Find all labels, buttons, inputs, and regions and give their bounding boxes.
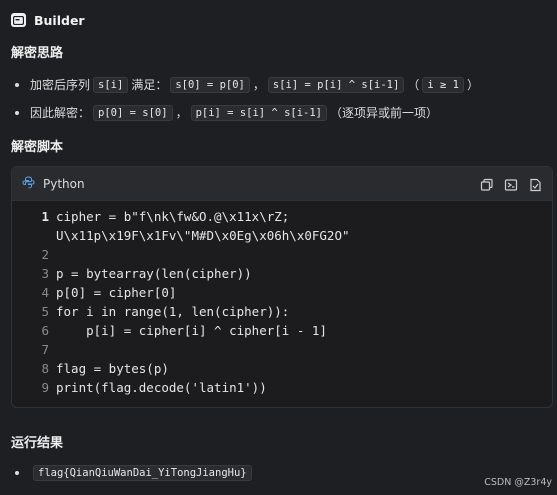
bullet-dot — [15, 82, 19, 87]
text: ） — [466, 78, 479, 92]
line-number: 7 — [41, 342, 49, 357]
inline-code: s[i] = p[i] ^ s[i-1] — [267, 76, 405, 93]
bullet-encryption-relation: 加密后序列 s[i] 满足： s[0] = p[0] ， s[i] = p[i]… — [15, 76, 479, 93]
bullet-result: flag{QianQiuWanDai_YiTongJiangHu} — [15, 465, 255, 481]
copy-icon[interactable] — [480, 177, 494, 191]
apply-icon[interactable] — [528, 177, 542, 191]
builder-icon — [11, 13, 26, 27]
builder-header: Builder — [11, 10, 85, 30]
bullet-dot — [15, 471, 19, 475]
code-block: Python 1 cipher = b"f\nk\fw&O.@\x11x\rZ;… — [11, 166, 553, 408]
inline-code: s[i] — [93, 76, 129, 93]
python-icon — [22, 175, 35, 192]
section-heading-result: 运行结果 — [11, 436, 64, 451]
inline-code: s[0] = p[0] — [170, 76, 250, 93]
text: ， — [175, 106, 188, 120]
inline-code: p[i] = s[i] ^ s[i-1] — [190, 104, 328, 121]
line-number: 6 — [41, 323, 49, 338]
text: （ — [407, 78, 420, 92]
watermark: CSDN @Z3r4y — [484, 477, 552, 488]
code-toolbar — [480, 177, 542, 191]
bullet-dot — [15, 110, 19, 115]
insert-icon[interactable] — [504, 177, 518, 191]
line-number: 1 — [41, 209, 49, 224]
result-flag: flag{QianQiuWanDai_YiTongJiangHu} — [33, 465, 252, 481]
code-block-header: Python — [12, 167, 552, 201]
line-number: 3 — [41, 266, 49, 281]
text: 加密后序列 — [30, 78, 91, 92]
code-line: for i in range(1, len(cipher)): — [56, 304, 290, 319]
line-number: 8 — [41, 361, 49, 376]
inline-code: p[0] = s[0] — [93, 104, 173, 121]
code-line: p[i] = cipher[i] ^ cipher[i - 1] — [56, 323, 327, 338]
code-line: print(flag.decode('latin1')) — [56, 380, 267, 395]
code-line: p[0] = cipher[0] — [56, 285, 177, 300]
text: ， — [252, 78, 265, 92]
line-number: 2 — [41, 247, 49, 262]
language-label-group: Python — [22, 175, 85, 192]
line-number: 4 — [41, 285, 49, 300]
section-heading-script: 解密脚本 — [11, 140, 64, 155]
section-heading-approach: 解密思路 — [11, 46, 64, 61]
text: 满足： — [131, 78, 168, 92]
line-number: 9 — [41, 380, 49, 395]
code-line: p = bytearray(len(cipher)) — [56, 266, 252, 281]
line-number: 5 — [41, 304, 49, 319]
code-line: cipher = b"f\nk\fw&O.@\x11x\rZ; — [56, 209, 289, 224]
builder-label: Builder — [34, 12, 85, 28]
text: （逐项异或前一项） — [330, 106, 439, 120]
code-text: U\x11p\x19F\x1Fv\"M#D\x0Eg\x06h\x0FG2O" — [56, 228, 350, 243]
inline-code: i ≥ 1 — [422, 76, 464, 93]
text: 因此解密： — [30, 106, 91, 120]
code-line-wrapped: U\x11p\x19F\x1Fv\"M#D\x0Eg\x06h\x0FG2O" — [56, 228, 350, 243]
chat-response: Builder 解密思路 加密后序列 s[i] 满足： s[0] = p[0] … — [0, 0, 557, 495]
code-line: flag = bytes(p) — [56, 361, 169, 376]
code-text: cipher = b"f\nk\fw&O.@\x11x\rZ; — [56, 209, 290, 224]
language-label: Python — [43, 176, 85, 191]
bullet-decryption-relation: 因此解密： p[0] = s[0] ， p[i] = s[i] ^ s[i-1]… — [15, 104, 438, 121]
